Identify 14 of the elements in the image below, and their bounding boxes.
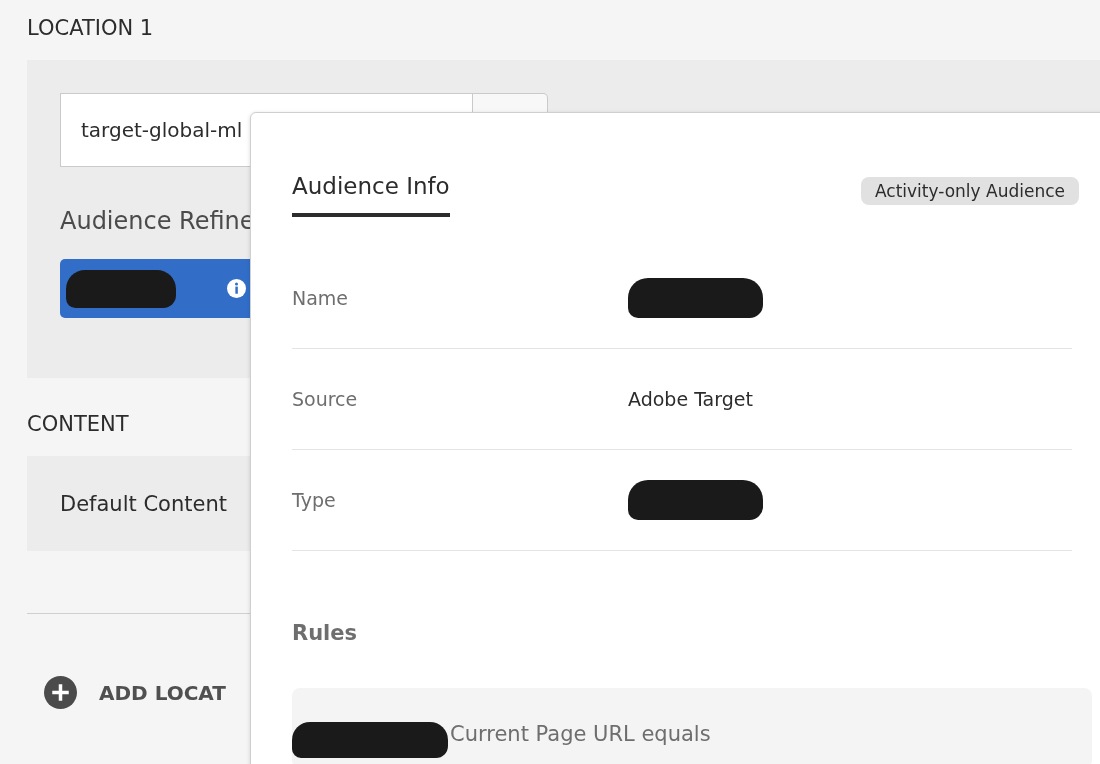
refinements-label: Audience Refine <box>60 207 256 235</box>
rule-text: Current Page URL equals <box>450 722 711 746</box>
field-value: Adobe Target <box>628 388 754 410</box>
field-label: Source <box>292 388 359 410</box>
info-icon[interactable] <box>227 279 246 298</box>
field-label: Type <box>292 489 337 511</box>
field-label: Name <box>292 287 350 309</box>
audience-info-tab[interactable]: Audience Info <box>292 173 450 217</box>
add-location-link[interactable]: ADD LOCAT <box>99 680 226 705</box>
section-title: CONTENT <box>27 412 130 438</box>
add-icon[interactable] <box>44 676 77 709</box>
audience-type-badge: Activity-only Audience <box>860 177 1079 205</box>
rules-heading: Rules <box>292 621 359 645</box>
section-title: LOCATION 1 <box>27 16 155 42</box>
